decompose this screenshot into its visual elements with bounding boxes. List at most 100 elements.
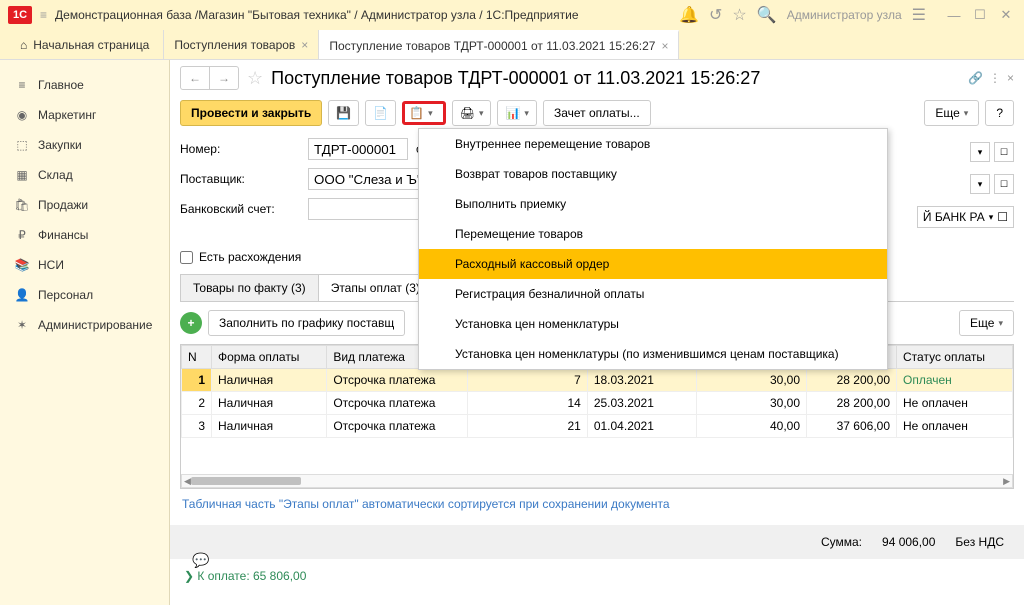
settings-icon[interactable]: ☰ (912, 5, 926, 25)
window-title: Демонстрационная база /Магазин "Бытовая … (55, 8, 671, 22)
more-button[interactable]: Еще ▾ (924, 100, 979, 126)
horizontal-scrollbar[interactable]: ◀ ▶ (181, 474, 1013, 488)
nav-label: Персонал (38, 288, 93, 302)
maximize-button[interactable]: ☐ (970, 7, 990, 23)
navigation-sidebar: ≡ Главное ◉ Маркетинг ⬚ Закупки ▦Склад 🛍Про… (0, 60, 170, 605)
more-icon[interactable]: ⋮ (989, 71, 1001, 85)
nav-label: Маркетинг (38, 108, 96, 122)
menu-item[interactable]: Внутреннее перемещение товаров (419, 129, 887, 159)
home-icon: ⌂ (20, 38, 27, 52)
nav-personnel[interactable]: 👤 Персонал (0, 280, 169, 310)
star-icon[interactable]: ☆ (732, 5, 746, 25)
nav-label: Администрирование (38, 318, 152, 332)
nav-main[interactable]: ≡ Главное (0, 70, 169, 100)
col-form[interactable]: Форма оплаты (212, 346, 327, 369)
marketing-icon: ◉ (14, 108, 30, 122)
nav-sales[interactable]: 🛍Продажи (0, 190, 169, 220)
tab-label: Поступление товаров ТДРТ-000001 от 11.03… (329, 39, 655, 53)
number-input[interactable] (308, 138, 408, 160)
totals-footer: Сумма: 94 006,00 Без НДС (170, 525, 1024, 559)
tab-receipts[interactable]: Поступления товаров × (164, 30, 319, 59)
nav-label: Финансы (38, 228, 88, 242)
close-window-button[interactable]: ✕ (996, 7, 1016, 23)
tab-payment-stages[interactable]: Этапы оплат (3) (318, 274, 433, 301)
close-icon[interactable]: × (661, 39, 668, 53)
tab-home-label: Начальная страница (33, 38, 149, 52)
arrow-icon: ❯ (184, 569, 197, 583)
app-logo: 1C (8, 6, 32, 24)
nav-marketing[interactable]: ◉ Маркетинг (0, 100, 169, 130)
nav-warehouse[interactable]: ▦Склад (0, 160, 169, 190)
supplier-label: Поставщик: (180, 172, 300, 186)
nav-label: НСИ (38, 258, 64, 272)
purchases-icon: ⬚ (14, 138, 30, 152)
main-icon: ≡ (14, 78, 30, 92)
close-icon[interactable]: × (301, 38, 308, 52)
lookup-button[interactable]: ▾ (970, 142, 990, 162)
bank-label: Банковский счет: (180, 202, 300, 216)
favorite-toggle[interactable]: ☆ (247, 68, 263, 89)
help-button[interactable]: ? (985, 100, 1014, 126)
nav-purchases[interactable]: ⬚ Закупки (0, 130, 169, 160)
bell-icon[interactable]: 🔔 (679, 5, 699, 25)
table-row[interactable]: 1НаличнаяОтсрочка платежа718.03.202130,0… (182, 369, 1013, 392)
user-label[interactable]: Администратор узла (787, 8, 902, 22)
personnel-icon: 👤 (14, 288, 30, 302)
nav-finance[interactable]: ₽Финансы (0, 220, 169, 250)
vat-label: Без НДС (955, 535, 1004, 549)
post-button[interactable]: 📄 (365, 100, 396, 126)
open-button[interactable]: ☐ (994, 174, 1014, 194)
col-n[interactable]: N (182, 346, 212, 369)
link-icon[interactable]: 🔗 (968, 71, 983, 85)
bank-field-right[interactable]: Й БАНК РА ▾ ☐ (917, 206, 1014, 228)
offset-payment-button[interactable]: Зачет оплаты... (543, 100, 651, 126)
nav-administration[interactable]: ✶ Администрирование (0, 310, 169, 340)
save-button[interactable]: 💾 (328, 100, 359, 126)
search-icon[interactable]: 🔍 (757, 5, 777, 25)
administration-icon: ✶ (14, 318, 30, 332)
menu-item[interactable]: Перемещение товаров (419, 219, 887, 249)
close-doc-button[interactable]: × (1007, 71, 1014, 85)
report-button[interactable]: 📊▾ (497, 100, 536, 126)
create-based-on-menu: Внутреннее перемещение товаровВозврат то… (418, 128, 888, 370)
open-button[interactable]: ☐ (994, 142, 1014, 162)
message-icon[interactable]: 💬 (192, 552, 209, 569)
forward-button[interactable]: → (210, 67, 238, 89)
post-and-close-button[interactable]: Провести и закрыть (180, 100, 322, 126)
nav-label: Закупки (38, 138, 82, 152)
menu-item[interactable]: Регистрация безналичной оплаты (419, 279, 887, 309)
nav-nsi[interactable]: 📚 НСИ (0, 250, 169, 280)
sales-icon: 🛍 (14, 198, 30, 212)
nav-label: Склад (38, 168, 73, 182)
col-status[interactable]: Статус оплаты (897, 346, 1013, 369)
create-based-on-button[interactable]: 📋▾ (402, 101, 445, 125)
history-icon[interactable]: ↺ (709, 5, 722, 25)
menu-item[interactable]: Выполнить приемку (419, 189, 887, 219)
lookup-button[interactable]: ▾ (970, 174, 990, 194)
sub-more-button[interactable]: Еще ▾ (959, 310, 1014, 336)
tab-label: Поступления товаров (174, 38, 295, 52)
tab-goods-fact[interactable]: Товары по факту (3) (180, 274, 319, 301)
sum-label: Сумма: (821, 535, 862, 549)
menu-item[interactable]: Установка цен номенклатуры (419, 309, 887, 339)
fill-by-schedule-button[interactable]: Заполнить по графику поставщ (208, 310, 405, 336)
tab-home[interactable]: ⌂ Начальная страница (6, 30, 164, 59)
nav-label: Главное (38, 78, 84, 92)
back-button[interactable]: ← (181, 67, 210, 89)
discrepancy-label: Есть расхождения (199, 250, 301, 264)
burger-icon[interactable]: ≡ (40, 8, 47, 22)
print-button[interactable]: 🖨▾ (452, 100, 492, 126)
table-row[interactable]: 2НаличнаяОтсрочка платежа1425.03.202130,… (182, 392, 1013, 415)
sum-value: 94 006,00 (882, 535, 935, 549)
menu-item[interactable]: Расходный кассовый ордер (419, 249, 887, 279)
tab-receipt-doc[interactable]: Поступление товаров ТДРТ-000001 от 11.03… (319, 30, 679, 59)
sort-note: Табличная часть "Этапы оплат" автоматиче… (170, 489, 1024, 519)
discrepancy-checkbox[interactable] (180, 251, 193, 264)
minimize-button[interactable]: — (944, 7, 964, 23)
table-row[interactable]: 3НаличнаяОтсрочка платежа2101.04.202140,… (182, 415, 1013, 438)
menu-item[interactable]: Возврат товаров поставщику (419, 159, 887, 189)
menu-item[interactable]: Установка цен номенклатуры (по изменивши… (419, 339, 887, 369)
nsi-icon: 📚 (14, 258, 30, 272)
to-pay-link[interactable]: К оплате: 65 806,00 (197, 569, 306, 583)
add-row-button[interactable]: + (180, 312, 202, 334)
